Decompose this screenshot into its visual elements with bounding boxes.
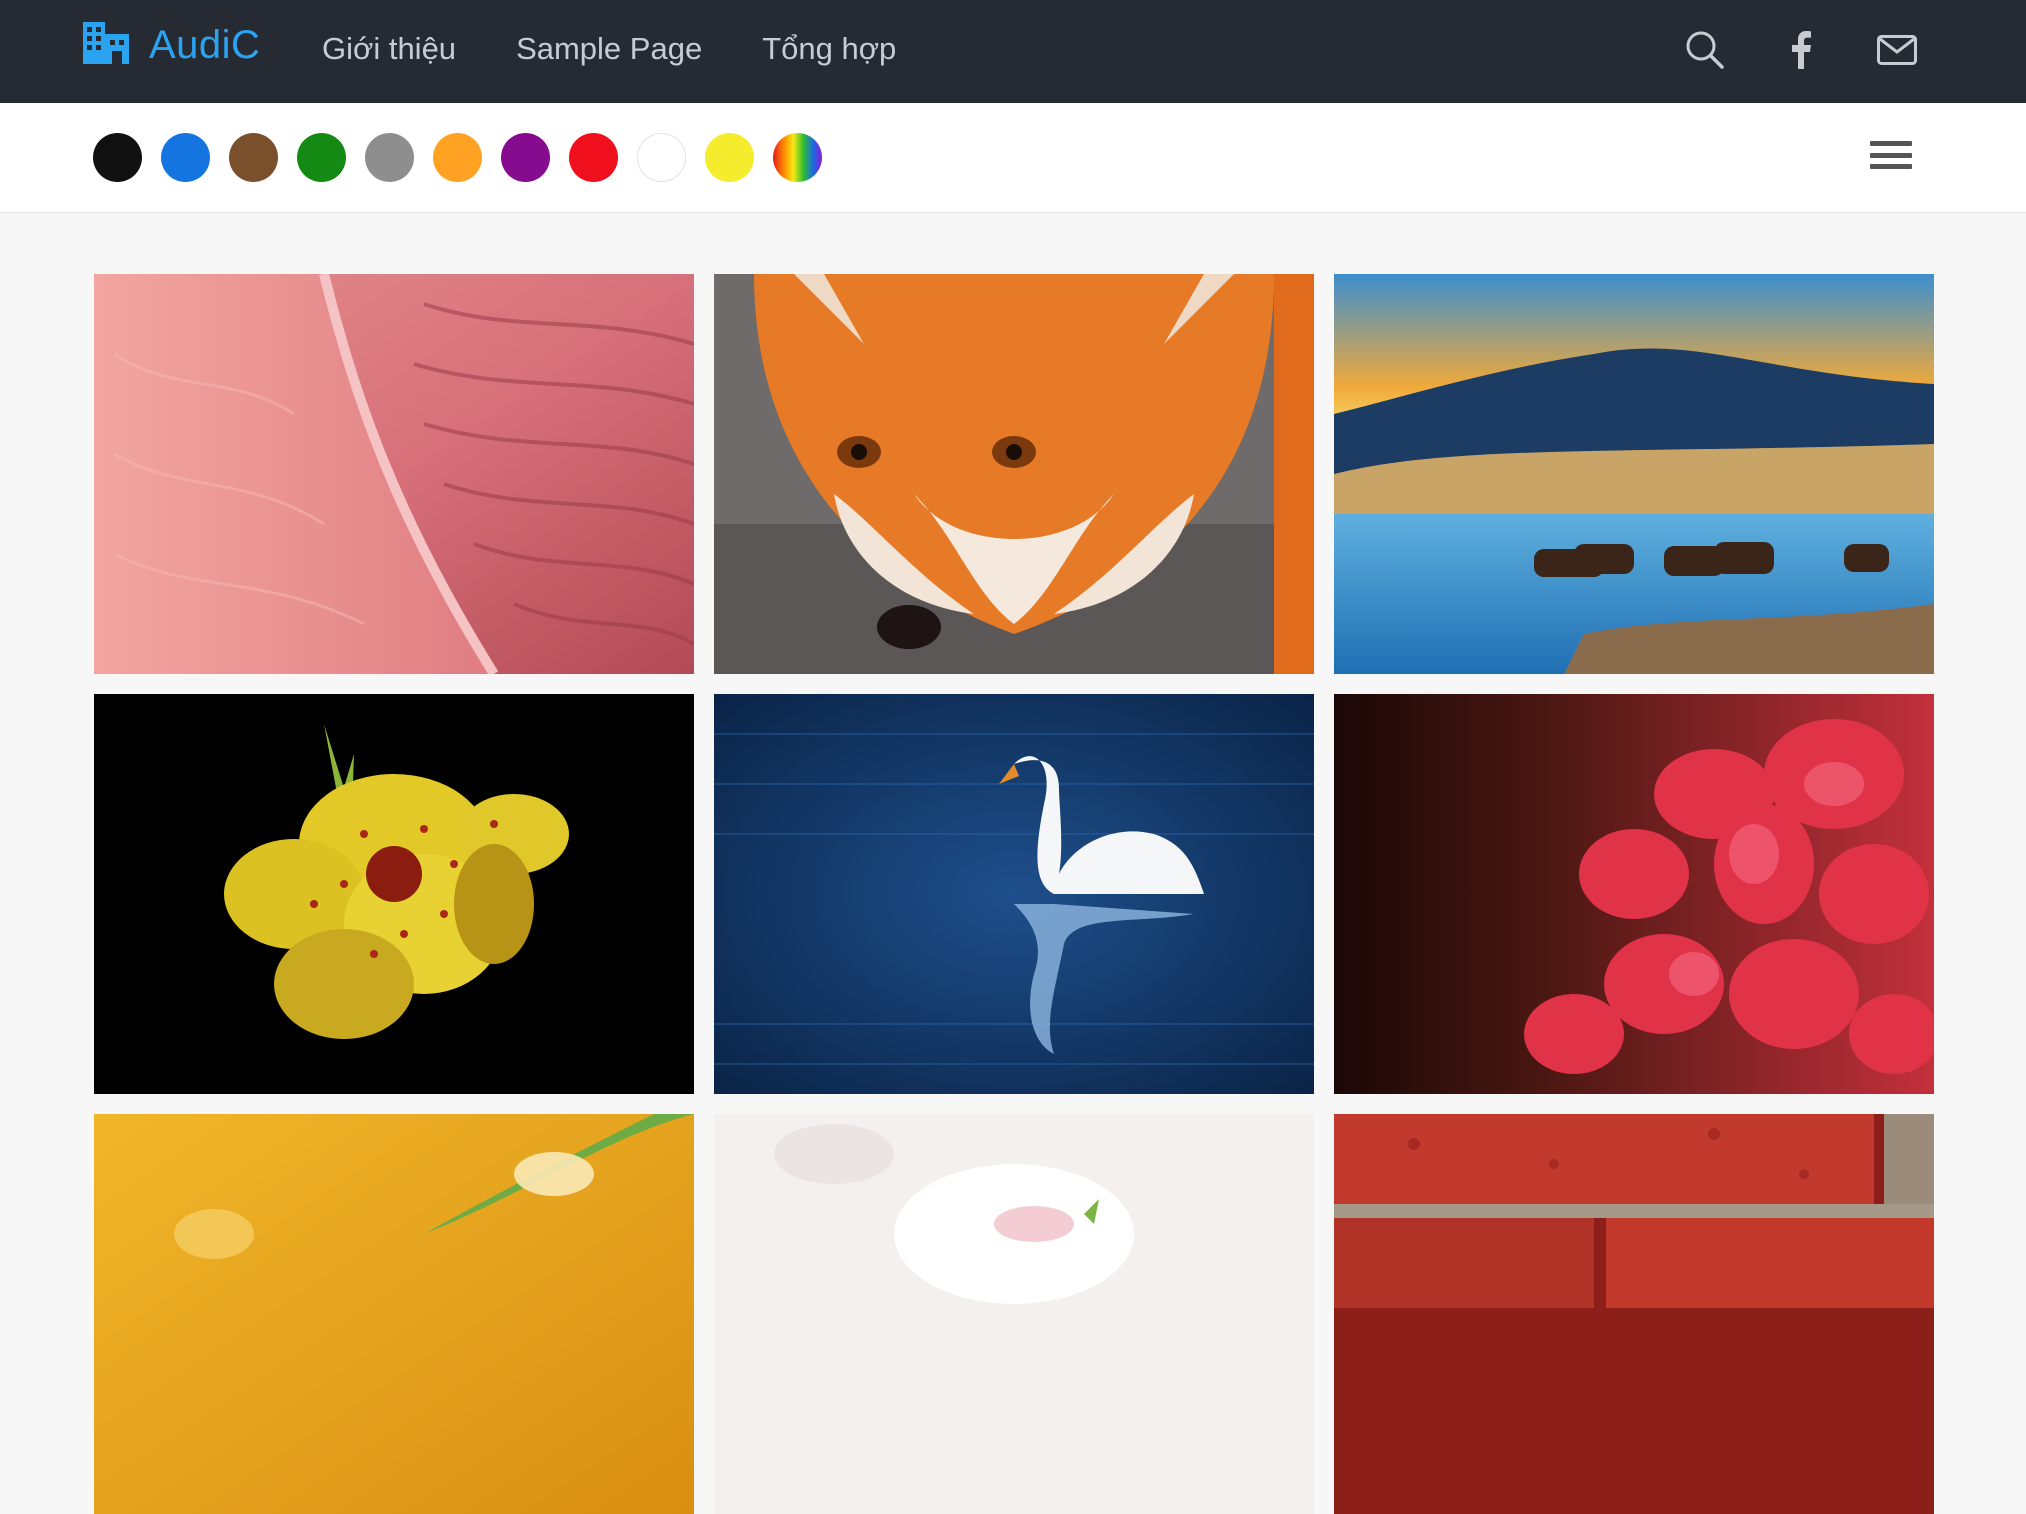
swatch-purple[interactable] [501, 133, 550, 182]
brand-logo-link[interactable]: AudiC [83, 20, 261, 71]
color-swatches [93, 133, 841, 182]
nav-link-sample-page[interactable]: Sample Page [516, 26, 702, 72]
nav-link-gioi-thieu[interactable]: Giới thiệu [322, 26, 456, 72]
swatch-yellow[interactable] [705, 133, 754, 182]
gallery-image-red-petals[interactable] [1334, 694, 1934, 1094]
hamburger-menu-icon[interactable] [1870, 137, 1912, 173]
swatch-white[interactable] [637, 133, 686, 182]
gallery-image-rock-waves[interactable] [94, 274, 694, 674]
search-icon[interactable] [1682, 24, 1728, 76]
mail-icon[interactable] [1874, 24, 1920, 76]
top-navbar: AudiC Giới thiệu Sample Page Tổng hợp [0, 0, 2026, 103]
main-nav: Giới thiệu Sample Page Tổng hợp [322, 26, 956, 72]
swatch-green[interactable] [297, 133, 346, 182]
swatch-rainbow[interactable] [773, 133, 822, 182]
swatch-gray[interactable] [365, 133, 414, 182]
gallery-image-red-brick[interactable] [1334, 1114, 1934, 1514]
swatch-blue[interactable] [161, 133, 210, 182]
gallery-image-red-fox[interactable] [714, 274, 1314, 674]
brand-name: AudiC [149, 22, 261, 67]
gallery-image-yellow-flower[interactable] [94, 694, 694, 1094]
header-actions [1632, 24, 1920, 76]
gallery-image-yellow-leaf[interactable] [94, 1114, 694, 1514]
nav-link-tong-hop[interactable]: Tổng hợp [762, 26, 896, 72]
building-icon [83, 20, 129, 71]
swatch-black[interactable] [93, 133, 142, 182]
color-filter-bar [0, 103, 2026, 213]
swatch-brown[interactable] [229, 133, 278, 182]
gallery-image-mountain-lake-horses[interactable] [1334, 274, 1934, 674]
swatch-orange[interactable] [433, 133, 482, 182]
facebook-icon[interactable] [1778, 24, 1824, 76]
gallery-image-white-swan[interactable] [714, 694, 1314, 1094]
swatch-red[interactable] [569, 133, 618, 182]
gallery-image-white-blossom[interactable] [714, 1114, 1314, 1514]
